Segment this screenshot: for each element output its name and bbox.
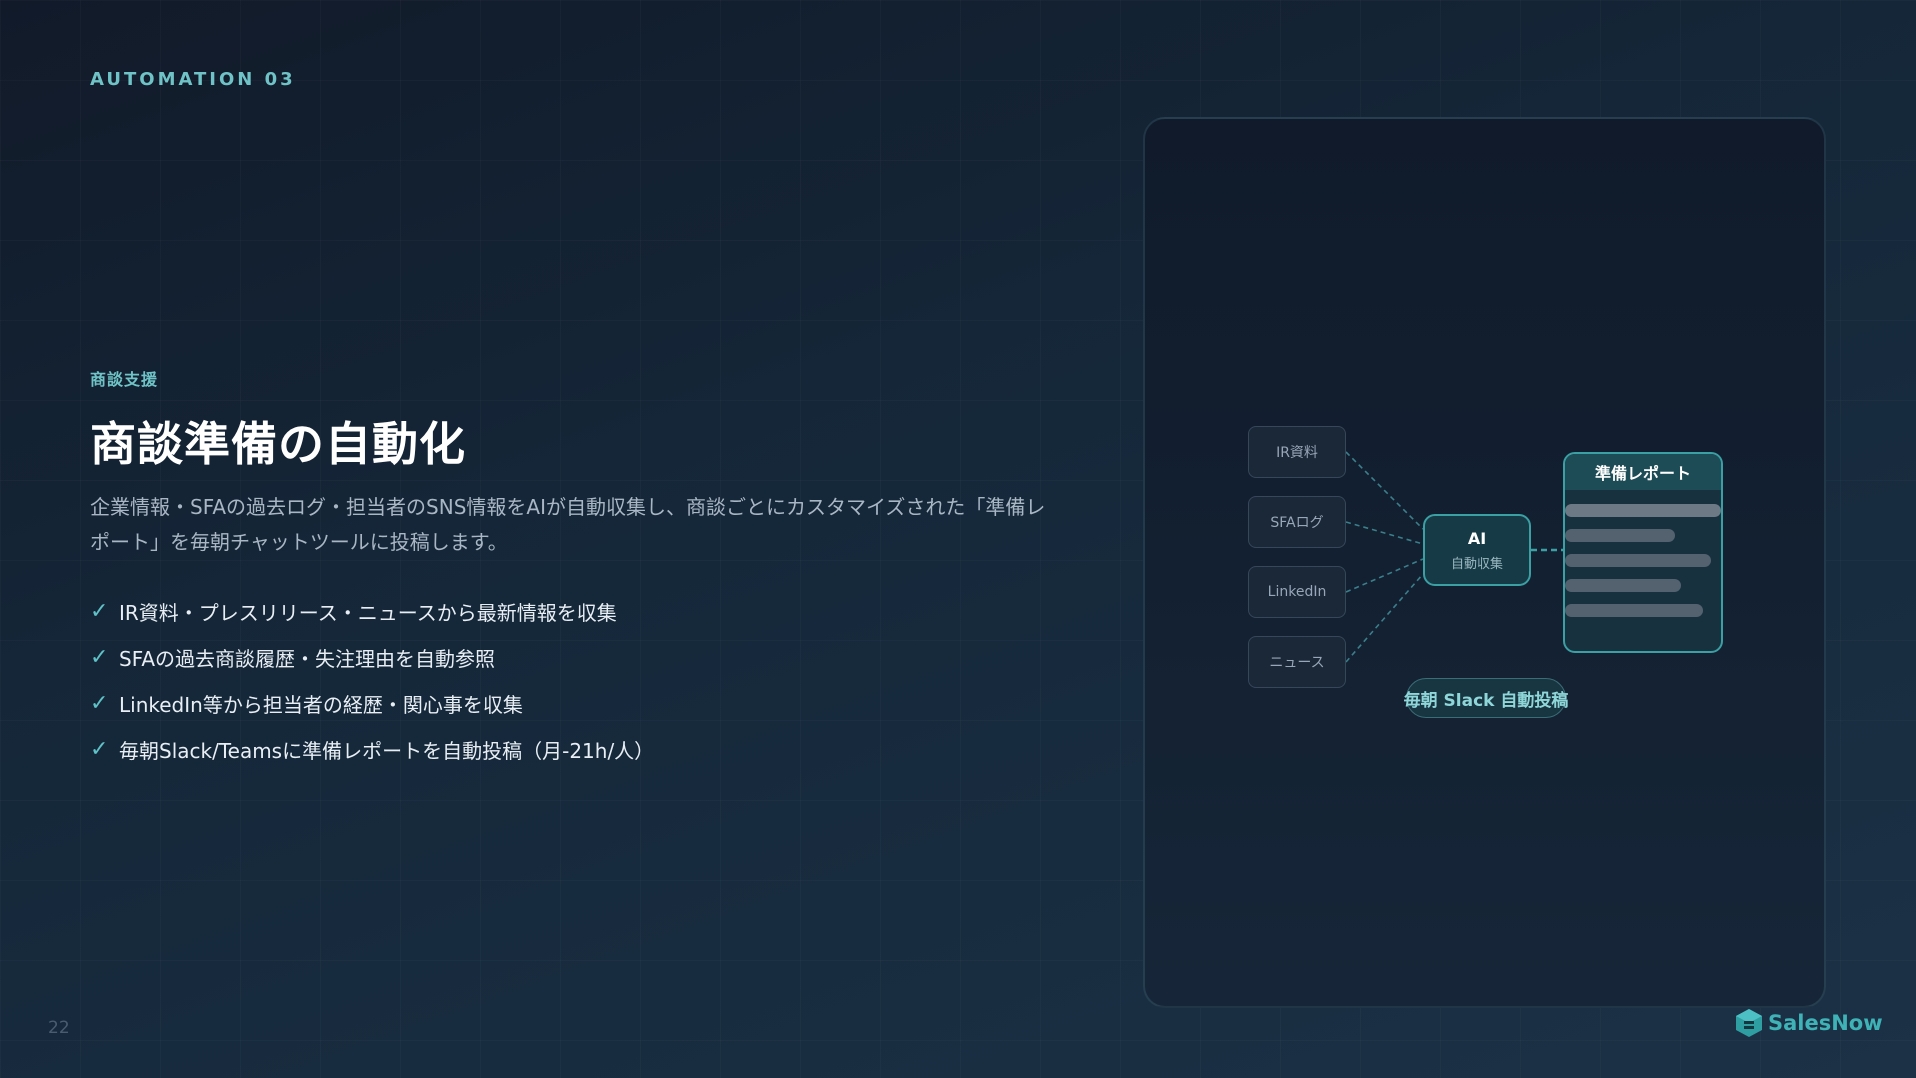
source-linkedin-node: LinkedIn (1248, 566, 1346, 618)
slack-post-badge: 毎朝 Slack 自動投稿 (1404, 678, 1568, 718)
feature-text: 毎朝Slack/Teamsに準備レポートを自動投稿（月-21h/人） (119, 738, 655, 763)
salesnow-logo-icon (1736, 1009, 1762, 1037)
diagram-panel: IR資料 SFAログ LinkedIn ニュース AI 自動収集 準備レポート … (1143, 117, 1826, 1008)
feature-text: LinkedIn等から担当者の経歴・関心事を収集 (119, 692, 523, 717)
check-icon: ✓ (90, 644, 109, 670)
report-title: 準備レポート (1565, 454, 1721, 490)
feature-text: IR資料・プレスリリース・ニュースから最新情報を収集 (119, 600, 617, 625)
feature-item: ✓ IR資料・プレスリリース・ニュースから最新情報を収集 (90, 588, 654, 634)
check-icon: ✓ (90, 598, 109, 624)
check-icon: ✓ (90, 690, 109, 716)
brand-name: SalesNow (1768, 1011, 1883, 1035)
feature-item: ✓ SFAの過去商談履歴・失注理由を自動参照 (90, 634, 654, 680)
source-sfa-node: SFAログ (1248, 496, 1346, 548)
connector-sfa (1345, 521, 1424, 545)
report-card: 準備レポート (1563, 452, 1723, 653)
report-placeholder-line (1565, 554, 1711, 567)
check-icon: ✓ (90, 736, 109, 762)
slide-title: 商談準備の自動化 (90, 417, 466, 471)
source-news-node: ニュース (1248, 636, 1346, 688)
report-placeholder-line (1565, 504, 1721, 517)
data-flow-diagram: IR資料 SFAログ LinkedIn ニュース AI 自動収集 準備レポート … (1145, 119, 1828, 1010)
report-placeholder-line (1565, 604, 1703, 617)
feature-item: ✓ LinkedIn等から担当者の経歴・関心事を収集 (90, 680, 654, 726)
report-placeholder-line (1565, 529, 1675, 542)
category-label: 商談支援 (90, 370, 159, 389)
ai-sublabel: 自動収集 (1450, 556, 1503, 572)
feature-item: ✓ 毎朝Slack/Teamsに準備レポートを自動投稿（月-21h/人） (90, 726, 654, 772)
brand-logo: SalesNow (1735, 1008, 1883, 1038)
ai-collector-node: AI 自動収集 (1423, 514, 1531, 586)
feature-list: ✓ IR資料・プレスリリース・ニュースから最新情報を収集 ✓ SFAの過去商談履… (90, 588, 654, 772)
report-placeholder-line (1565, 579, 1681, 592)
ai-label: AI (1467, 528, 1487, 548)
connector-ir (1345, 451, 1424, 530)
source-ir-node: IR資料 (1248, 426, 1346, 478)
page-number: 22 (48, 1018, 70, 1038)
slide-description: 企業情報・SFAの過去ログ・担当者のSNS情報をAIが自動収集し、商談ごとにカス… (90, 495, 1046, 554)
feature-text: SFAの過去商談履歴・失注理由を自動参照 (119, 646, 496, 671)
section-eyebrow: AUTOMATION 03 (90, 69, 296, 90)
